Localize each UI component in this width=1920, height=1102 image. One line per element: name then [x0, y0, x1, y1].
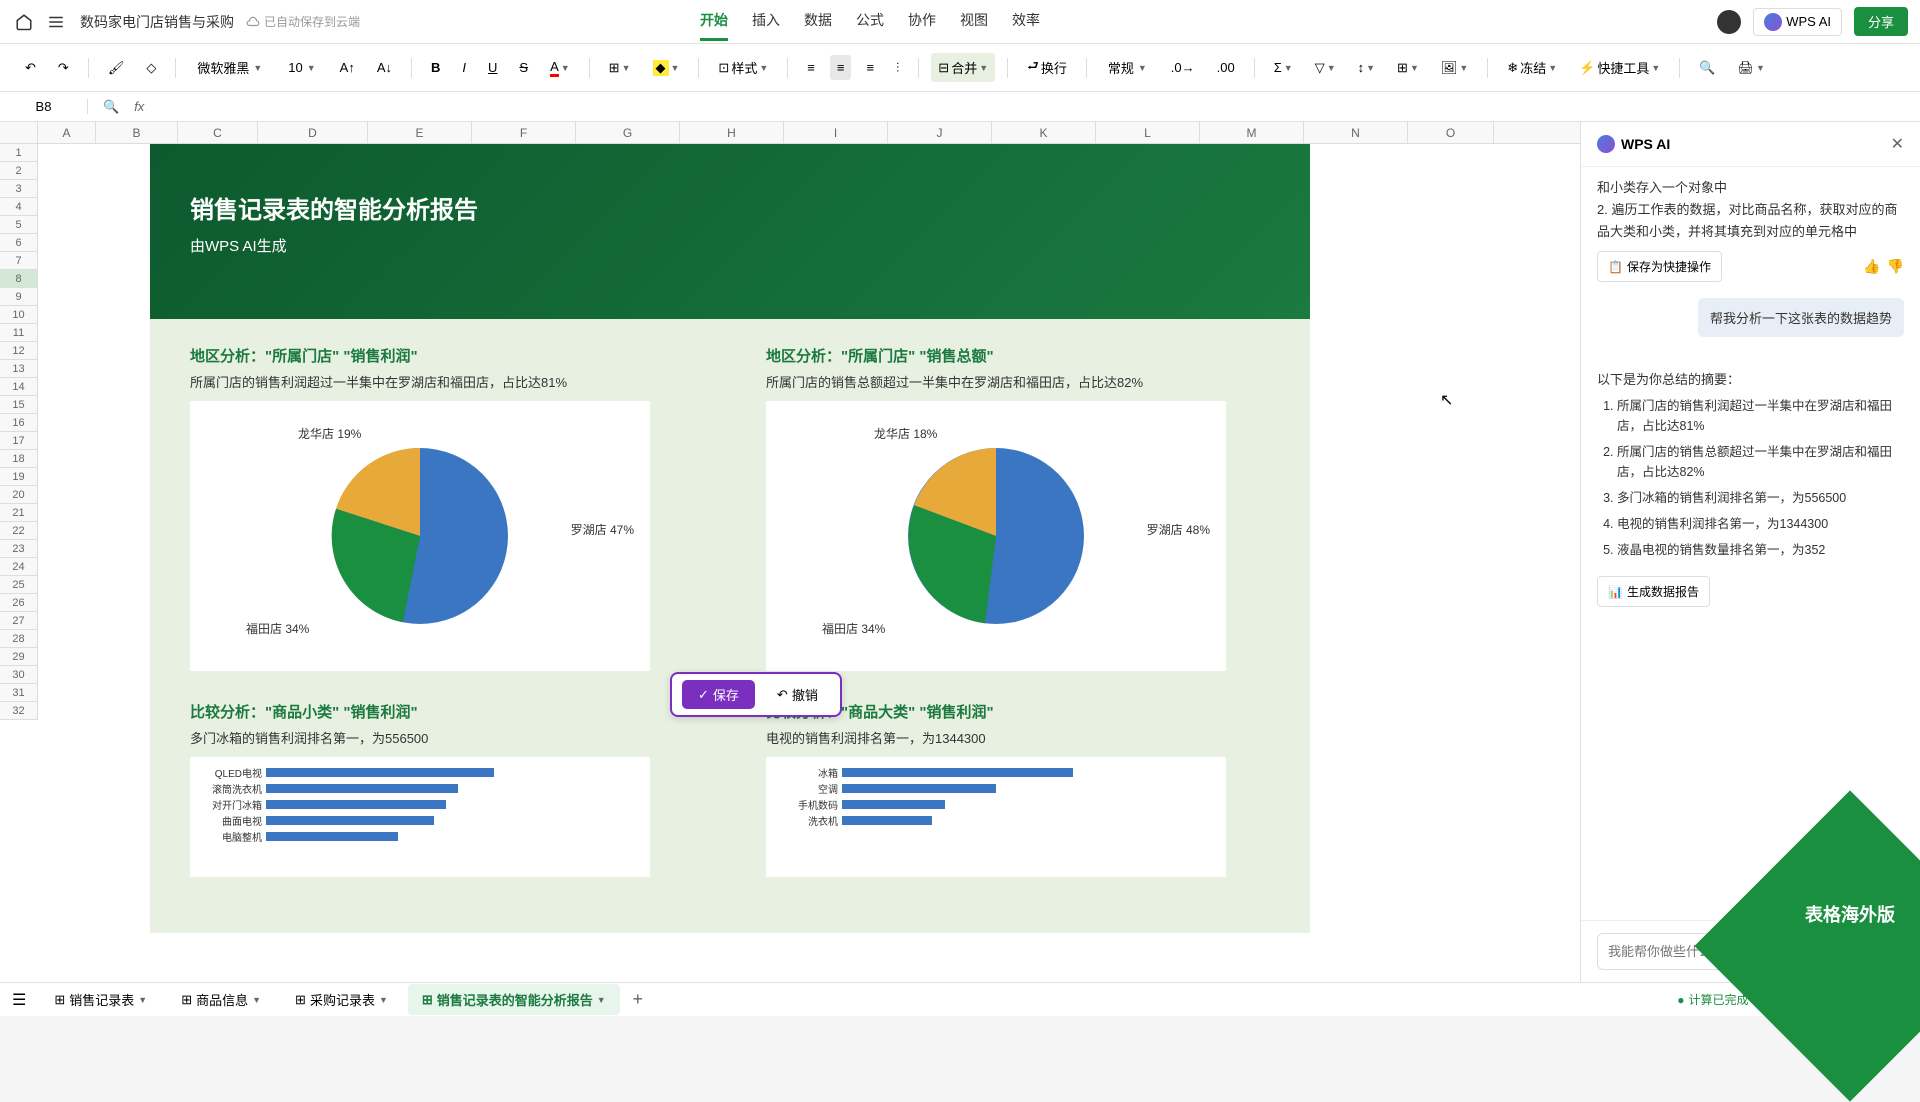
font-select[interactable]: 微软雅黑▼ — [188, 53, 271, 82]
wrap-button[interactable]: ⮐换行 — [1020, 52, 1074, 84]
clear-format-icon[interactable]: ◇ — [139, 55, 163, 81]
pie-chart-profit: 罗湖店 47% 福田店 34% 龙华店 19% — [190, 401, 650, 671]
image-icon[interactable]: 🖼▼ — [1434, 55, 1475, 81]
float-save-button[interactable]: ✓ 保存 — [682, 680, 755, 709]
sheet-tab-2[interactable]: ⊞ 商品信息 ▼ — [167, 984, 275, 1015]
tab-formula[interactable]: 公式 — [856, 2, 884, 41]
format-painter-icon[interactable]: 🖌 — [101, 55, 132, 81]
user-avatar[interactable] — [1717, 10, 1741, 34]
strike-button[interactable]: S — [512, 55, 535, 80]
tab-collab[interactable]: 协作 — [908, 2, 936, 41]
thumbs-up-icon[interactable]: 👍 — [1863, 258, 1880, 275]
calc-status: ● 计算已完成 — [1677, 991, 1748, 1008]
ai-panel-title: WPS AI — [1597, 135, 1670, 153]
area2-desc: 所属门店的销售总额超过一半集中在罗湖店和福田店，占比达82% — [766, 372, 1270, 391]
quick-tools-button[interactable]: ⚡快捷工具▼ — [1572, 53, 1667, 82]
tab-efficiency[interactable]: 效率 — [1012, 2, 1040, 41]
font-increase-icon[interactable]: A↑ — [333, 55, 362, 80]
float-undo-button[interactable]: ↶ 撤销 — [765, 680, 830, 709]
tab-view[interactable]: 视图 — [960, 2, 988, 41]
tab-insert[interactable]: 插入 — [752, 2, 780, 41]
hamburger-icon[interactable] — [44, 10, 68, 34]
sheet-area[interactable]: ABCDEFGHIJKLMNO 123456789101112131415161… — [0, 122, 1580, 982]
thumbs-down-icon[interactable]: 👎 — [1887, 258, 1904, 275]
font-decrease-icon[interactable]: A↓ — [370, 55, 399, 80]
bar-chart-bigcat: 冰箱空调手机数码洗衣机 — [766, 757, 1226, 877]
sheet-tabs: ☰ ⊞ 销售记录表 ▼ ⊞ 商品信息 ▼ ⊞ 采购记录表 ▼ ⊞ 销售记录表的智… — [0, 982, 1920, 1016]
autosave-status: 已自动保存到云端 — [246, 13, 360, 30]
report-title: 销售记录表的智能分析报告 — [190, 190, 1270, 225]
sheet-tab-3[interactable]: ⊞ 采购记录表 ▼ — [281, 984, 402, 1015]
filter-icon[interactable]: ▽▼ — [1308, 55, 1343, 81]
wps-ai-button[interactable]: WPS AI — [1753, 8, 1842, 36]
decimal-dec-icon[interactable]: .00 — [1210, 55, 1242, 80]
freeze-button[interactable]: ❄冻结▼ — [1500, 53, 1564, 82]
sheet-tab-1[interactable]: ⊞ 销售记录表 ▼ — [40, 984, 161, 1015]
autosum-icon[interactable]: Σ▼ — [1267, 55, 1300, 80]
redo-button[interactable]: ↷ — [51, 55, 76, 81]
underline-button[interactable]: U — [481, 55, 504, 80]
font-color-button[interactable]: A▼ — [543, 54, 577, 82]
report-subtitle: 由WPS AI生成 — [190, 235, 1270, 256]
home-icon[interactable] — [12, 10, 36, 34]
comp1-title: 比较分析："商品小类" "销售利润" — [190, 701, 694, 722]
add-sheet-button[interactable]: + — [626, 988, 650, 1012]
sort-icon[interactable]: ↕▼ — [1351, 55, 1382, 80]
ai-user-message: 帮我分析一下这张表的数据趋势 — [1698, 298, 1904, 337]
align-center-icon[interactable]: ≡ — [830, 55, 852, 80]
sheet-tab-4[interactable]: ⊞ 销售记录表的智能分析报告 ▼ — [408, 984, 620, 1015]
number-format-select[interactable]: 常规▼ — [1099, 53, 1156, 82]
pie-chart-sales: 罗湖店 48% 福田店 34% 龙华店 18% — [766, 401, 1226, 671]
share-button[interactable]: 分享 — [1854, 7, 1908, 36]
print-icon[interactable]: 🖨▼ — [1730, 55, 1771, 81]
zoom-out-icon[interactable]: 🔍 — [96, 94, 126, 120]
border-button[interactable]: ⊞▼ — [602, 55, 638, 81]
tab-start[interactable]: 开始 — [700, 2, 728, 41]
cell-style-button[interactable]: ⊡样式▼ — [711, 53, 775, 82]
area1-desc: 所属门店的销售利润超过一半集中在罗湖店和福田店，占比达81% — [190, 372, 694, 391]
undo-button[interactable]: ↶ — [18, 55, 43, 81]
menu-tabs: 开始 插入 数据 公式 协作 视图 效率 — [700, 2, 1040, 41]
italic-button[interactable]: I — [455, 55, 473, 80]
bold-button[interactable]: B — [424, 55, 447, 80]
bar-chart-subcat: QLED电视滚筒洗衣机对开门冰箱曲面电视电脑整机 — [190, 757, 650, 877]
fill-color-button[interactable]: ◆▼ — [646, 55, 687, 81]
ai-context-text: 和小类存入一个对象中 2. 遍历工作表的数据，对比商品名称，获取对应的商品大类和… — [1597, 177, 1904, 243]
toolbar: ↶ ↷ 🖌 ◇ 微软雅黑▼ 10▼ A↑ A↓ B I U S A▼ ⊞▼ ◆▼… — [0, 44, 1920, 92]
merge-button[interactable]: ⊟合并▼ — [931, 53, 995, 82]
decimal-inc-icon[interactable]: .0→ — [1164, 55, 1202, 80]
gen-report-button[interactable]: 📊 生成数据报告 — [1597, 576, 1710, 607]
conditional-icon[interactable]: ⊞▼ — [1390, 55, 1426, 81]
align-right-icon[interactable]: ≡ — [859, 55, 881, 80]
fx-label[interactable]: fx — [134, 99, 144, 114]
align-left-icon[interactable]: ≡ — [800, 55, 822, 80]
font-size-select[interactable]: 10▼ — [279, 55, 324, 80]
floating-actions: ✓ 保存 ↶ 撤销 — [670, 672, 842, 717]
area1-title: 地区分析："所属门店" "销售利润" — [190, 345, 694, 366]
comp1-desc: 多门冰箱的销售利润排名第一，为556500 — [190, 728, 694, 747]
save-quick-button[interactable]: 📋 保存为快捷操作 — [1597, 251, 1722, 282]
cell-reference[interactable]: B8 — [8, 99, 88, 114]
tab-data[interactable]: 数据 — [804, 2, 832, 41]
report-banner: 销售记录表的智能分析报告 由WPS AI生成 — [150, 144, 1310, 319]
doc-title: 数码家电门店销售与采购 — [80, 12, 234, 32]
layers-icon[interactable]: ☰ — [12, 990, 26, 1010]
formula-bar: B8 🔍 fx — [0, 92, 1920, 122]
search-icon[interactable]: 🔍 — [1692, 55, 1722, 81]
report-body: 地区分析："所属门店" "销售利润" 所属门店的销售利润超过一半集中在罗湖店和福… — [150, 319, 1310, 933]
area2-title: 地区分析："所属门店" "销售总额" — [766, 345, 1270, 366]
ai-logo-icon — [1764, 13, 1782, 31]
close-icon[interactable]: ✕ — [1891, 134, 1904, 154]
ai-logo-icon — [1597, 135, 1615, 153]
comp2-desc: 电视的销售利润排名第一，为1344300 — [766, 728, 1270, 747]
ai-summary: 以下是为你总结的摘要： 所属门店的销售利润超过一半集中在罗湖店和福田店，占比达8… — [1597, 353, 1904, 607]
valign-icon[interactable]: ⫶ — [889, 55, 906, 81]
